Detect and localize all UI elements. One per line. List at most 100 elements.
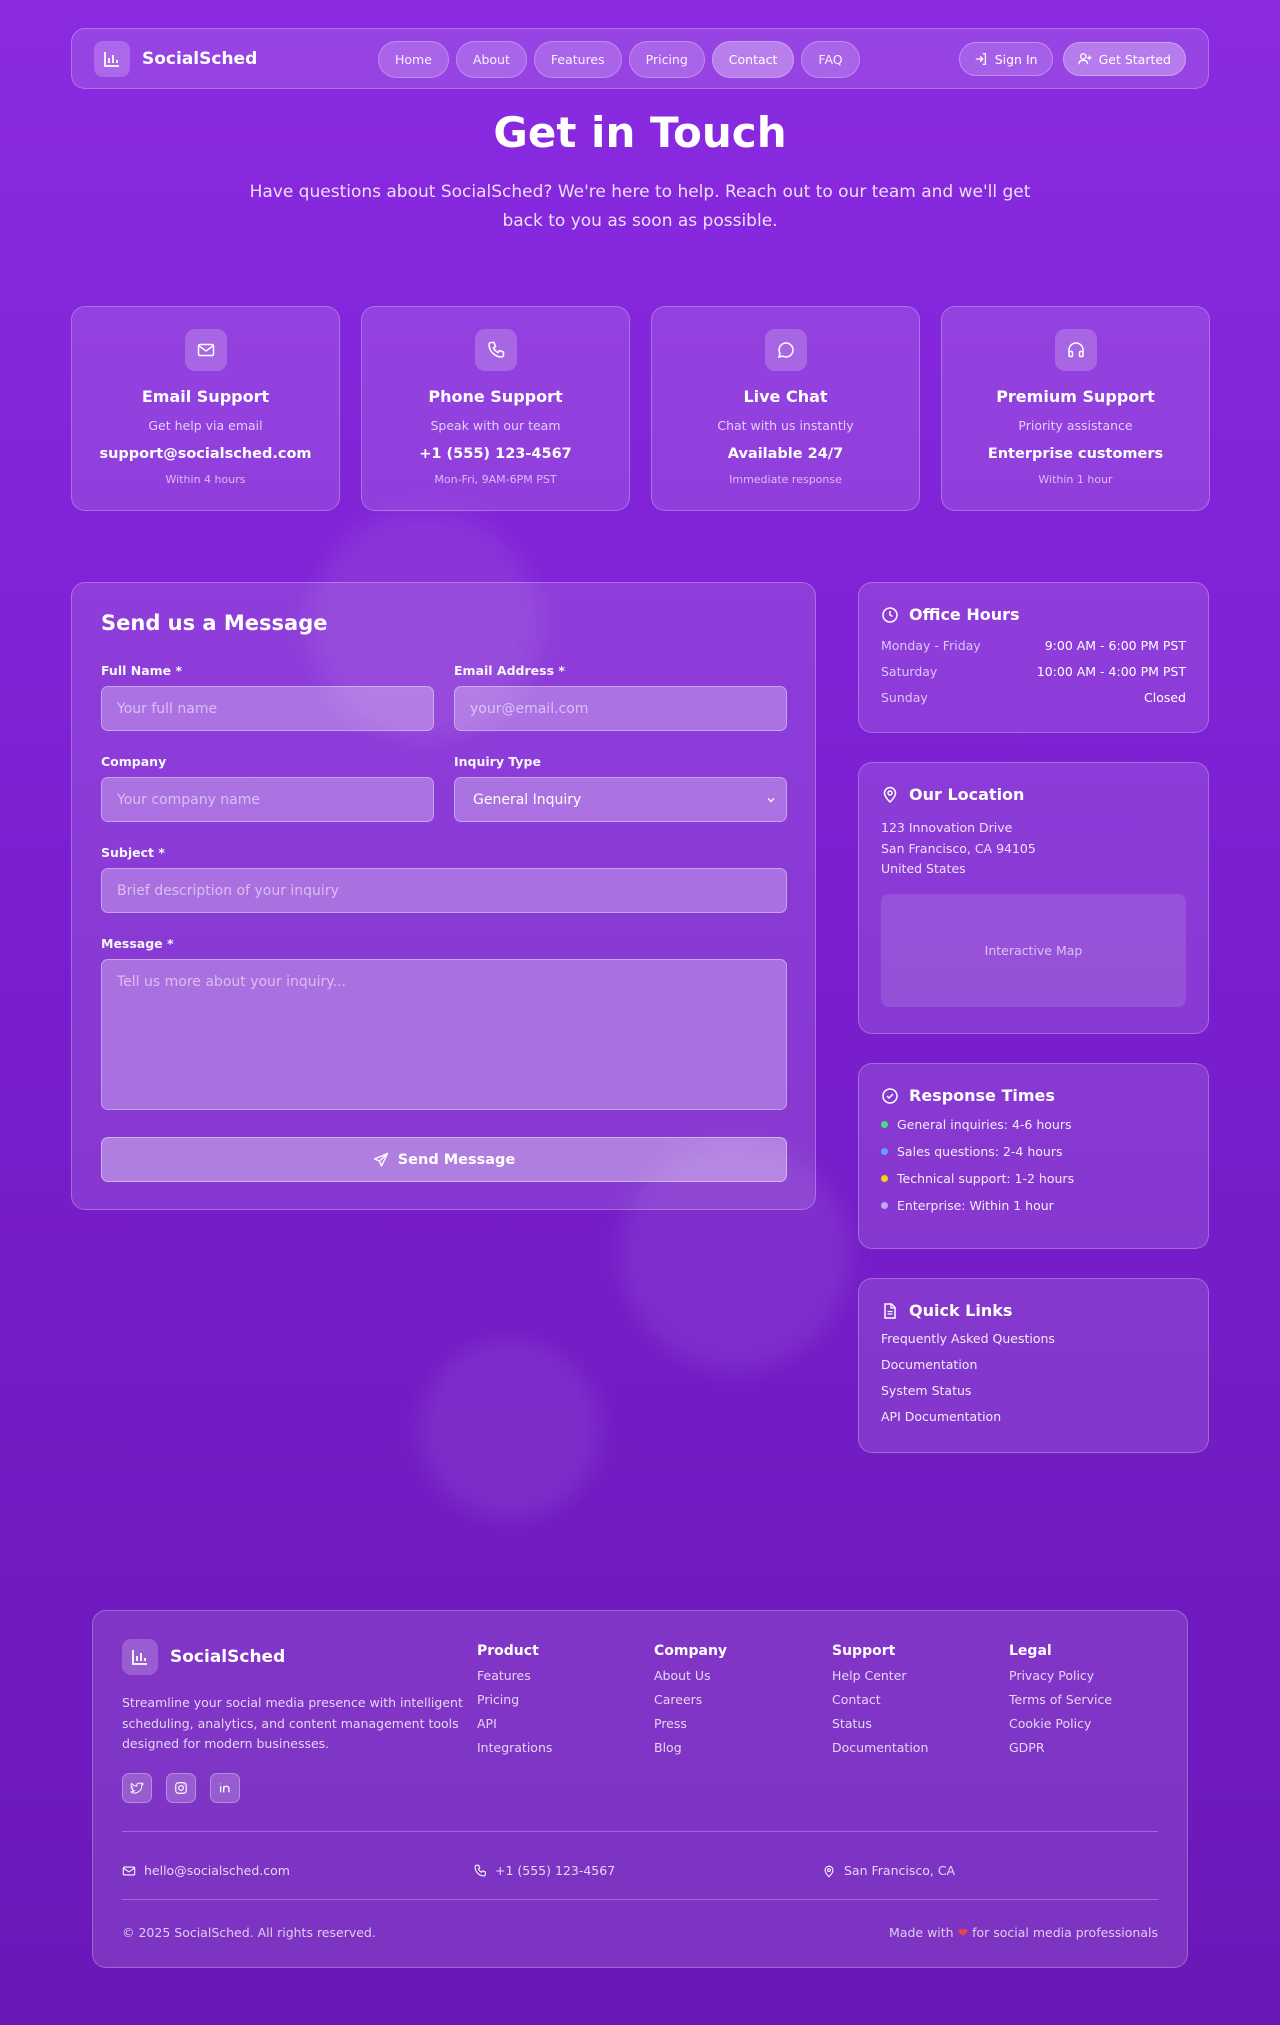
footer-phone-text: +1 (555) 123-4567 (495, 1863, 616, 1878)
hours-time: 9:00 AM - 6:00 PM PST (1044, 638, 1186, 653)
footer-phone[interactable]: +1 (555) 123-4567 (473, 1863, 615, 1878)
check-circle-icon (882, 1087, 898, 1104)
footer-link[interactable]: Features (477, 1668, 552, 1683)
map-pin-icon (883, 786, 897, 803)
sign-in-button[interactable]: Sign In (958, 42, 1053, 76)
quick-link-api-docs[interactable]: API Documentation (881, 1409, 1186, 1424)
response-text: Technical support: 1-2 hours (897, 1171, 1075, 1186)
phone-icon (474, 1864, 486, 1876)
contact-card-email[interactable]: Email Support Get help via email support… (71, 306, 340, 511)
twitter-icon[interactable] (122, 1773, 152, 1803)
instagram-icon[interactable] (166, 1773, 196, 1803)
mail-icon (122, 1866, 136, 1875)
quick-link-documentation[interactable]: Documentation (881, 1357, 1186, 1372)
map-pin-icon (824, 1865, 834, 1877)
location-title: Our Location (909, 785, 1025, 804)
linkedin-icon[interactable] (210, 1773, 240, 1803)
card-title: Live Chat (743, 387, 828, 406)
nav-actions: Sign In Get Started (958, 42, 1186, 76)
get-started-button[interactable]: Get Started (1062, 42, 1186, 76)
logo-icon (122, 1639, 158, 1675)
address-line: 123 Innovation Drive (881, 820, 1013, 835)
footer-link[interactable]: Documentation (832, 1740, 928, 1755)
footer-column-product: Product Features Pricing API Integration… (477, 1643, 552, 1755)
footer-link[interactable]: Terms of Service (1009, 1692, 1112, 1707)
footer-link[interactable]: Cookie Policy (1009, 1716, 1112, 1731)
footer-column-title: Legal (1009, 1643, 1052, 1659)
hours-day: Saturday (881, 664, 938, 679)
footer-link[interactable]: Integrations (477, 1740, 552, 1755)
heart-icon: ❤ (957, 1925, 969, 1940)
nav-link-contact[interactable]: Contact (711, 41, 795, 78)
quick-links-title: Quick Links (909, 1301, 1013, 1320)
response-item: Technical support: 1-2 hours (881, 1171, 1186, 1186)
inquiry-type-select[interactable]: General Inquiry (454, 777, 787, 822)
card-note: Within 4 hours (165, 473, 246, 486)
contact-card-phone[interactable]: Phone Support Speak with our team +1 (55… (361, 306, 630, 511)
footer-link[interactable]: Careers (654, 1692, 727, 1707)
footer-link[interactable]: Blog (654, 1740, 727, 1755)
chat-icon (764, 329, 807, 371)
message-textarea[interactable]: Tell us more about your inquiry... (101, 959, 787, 1110)
footer-column-legal: Legal Privacy Policy Terms of Service Co… (1009, 1643, 1112, 1755)
footer: SocialSched Streamline your social media… (92, 1610, 1188, 1968)
contact-card-chat[interactable]: Live Chat Chat with us instantly Availab… (651, 306, 920, 511)
response-times-title: Response Times (909, 1086, 1055, 1105)
card-note: Immediate response (729, 473, 842, 486)
status-dot (881, 1175, 888, 1182)
card-value: +1 (555) 123-4567 (419, 446, 572, 462)
brand-name: SocialSched (142, 48, 258, 69)
footer-link[interactable]: Privacy Policy (1009, 1668, 1112, 1683)
inquiry-type-label: Inquiry Type (454, 754, 541, 769)
footer-link[interactable]: Status (832, 1716, 928, 1731)
office-hours-panel: Office Hours Monday - Friday 9:00 AM - 6… (858, 582, 1209, 733)
nav-link-about[interactable]: About (455, 41, 527, 78)
response-item: Enterprise: Within 1 hour (881, 1198, 1186, 1213)
nav-link-faq[interactable]: FAQ (801, 41, 860, 78)
full-name-input[interactable]: Your full name (101, 686, 434, 731)
footer-link[interactable]: GDPR (1009, 1740, 1112, 1755)
card-desc: Priority assistance (1018, 418, 1133, 433)
brand[interactable]: SocialSched (94, 40, 258, 77)
contact-card-premium[interactable]: Premium Support Priority assistance Ente… (941, 306, 1210, 511)
full-name-label: Full Name * (101, 663, 183, 678)
interactive-map[interactable]: Interactive Map (881, 893, 1186, 1007)
nav-link-features[interactable]: Features (533, 41, 622, 78)
subject-input[interactable]: Brief description of your inquiry (101, 868, 787, 913)
card-desc: Get help via email (148, 418, 263, 433)
footer-description: Streamline your social media presence wi… (122, 1695, 463, 1751)
contact-form: Send us a Message Full Name * Your full … (71, 582, 816, 1210)
office-hours-title: Office Hours (909, 605, 1020, 624)
response-text: Enterprise: Within 1 hour (897, 1198, 1054, 1213)
company-label: Company (101, 754, 167, 769)
top-navbar: SocialSched Home About Features Pricing … (71, 28, 1209, 89)
hours-time: 10:00 AM - 4:00 PM PST (1036, 664, 1186, 679)
footer-email[interactable]: hello@socialsched.com (122, 1863, 290, 1878)
quick-link-system-status[interactable]: System Status (881, 1383, 1186, 1398)
quick-links-panel: Quick Links Frequently Asked Questions D… (858, 1278, 1209, 1453)
footer-link[interactable]: Help Center (832, 1668, 928, 1683)
made-with-prefix: Made with (889, 1925, 954, 1940)
footer-link[interactable]: Contact (832, 1692, 928, 1707)
send-message-button[interactable]: Send Message (101, 1137, 787, 1182)
quick-link-faq[interactable]: Frequently Asked Questions (881, 1331, 1186, 1346)
email-input[interactable]: your@email.com (454, 686, 787, 731)
sign-in-icon (975, 53, 986, 65)
nav-links: Home About Features Pricing Contact FAQ (378, 41, 860, 78)
footer-link[interactable]: API (477, 1716, 552, 1731)
nav-link-home[interactable]: Home (378, 41, 449, 78)
footer-link[interactable]: About Us (654, 1668, 727, 1683)
send-message-label: Send Message (397, 1151, 516, 1168)
footer-link[interactable]: Press (654, 1716, 727, 1731)
message-label: Message * (101, 936, 174, 951)
logo-icon (94, 40, 130, 77)
footer-link[interactable]: Pricing (477, 1692, 552, 1707)
chevron-down-icon (767, 797, 775, 802)
card-desc: Chat with us instantly (717, 418, 854, 433)
nav-link-pricing[interactable]: Pricing (628, 41, 705, 78)
address-line: San Francisco, CA 94105 (881, 840, 1036, 856)
page-title: Get in Touch (493, 108, 787, 157)
hours-row: Monday - Friday 9:00 AM - 6:00 PM PST (881, 638, 1186, 653)
company-input[interactable]: Your company name (101, 777, 434, 822)
footer-brand[interactable]: SocialSched (122, 1639, 285, 1675)
